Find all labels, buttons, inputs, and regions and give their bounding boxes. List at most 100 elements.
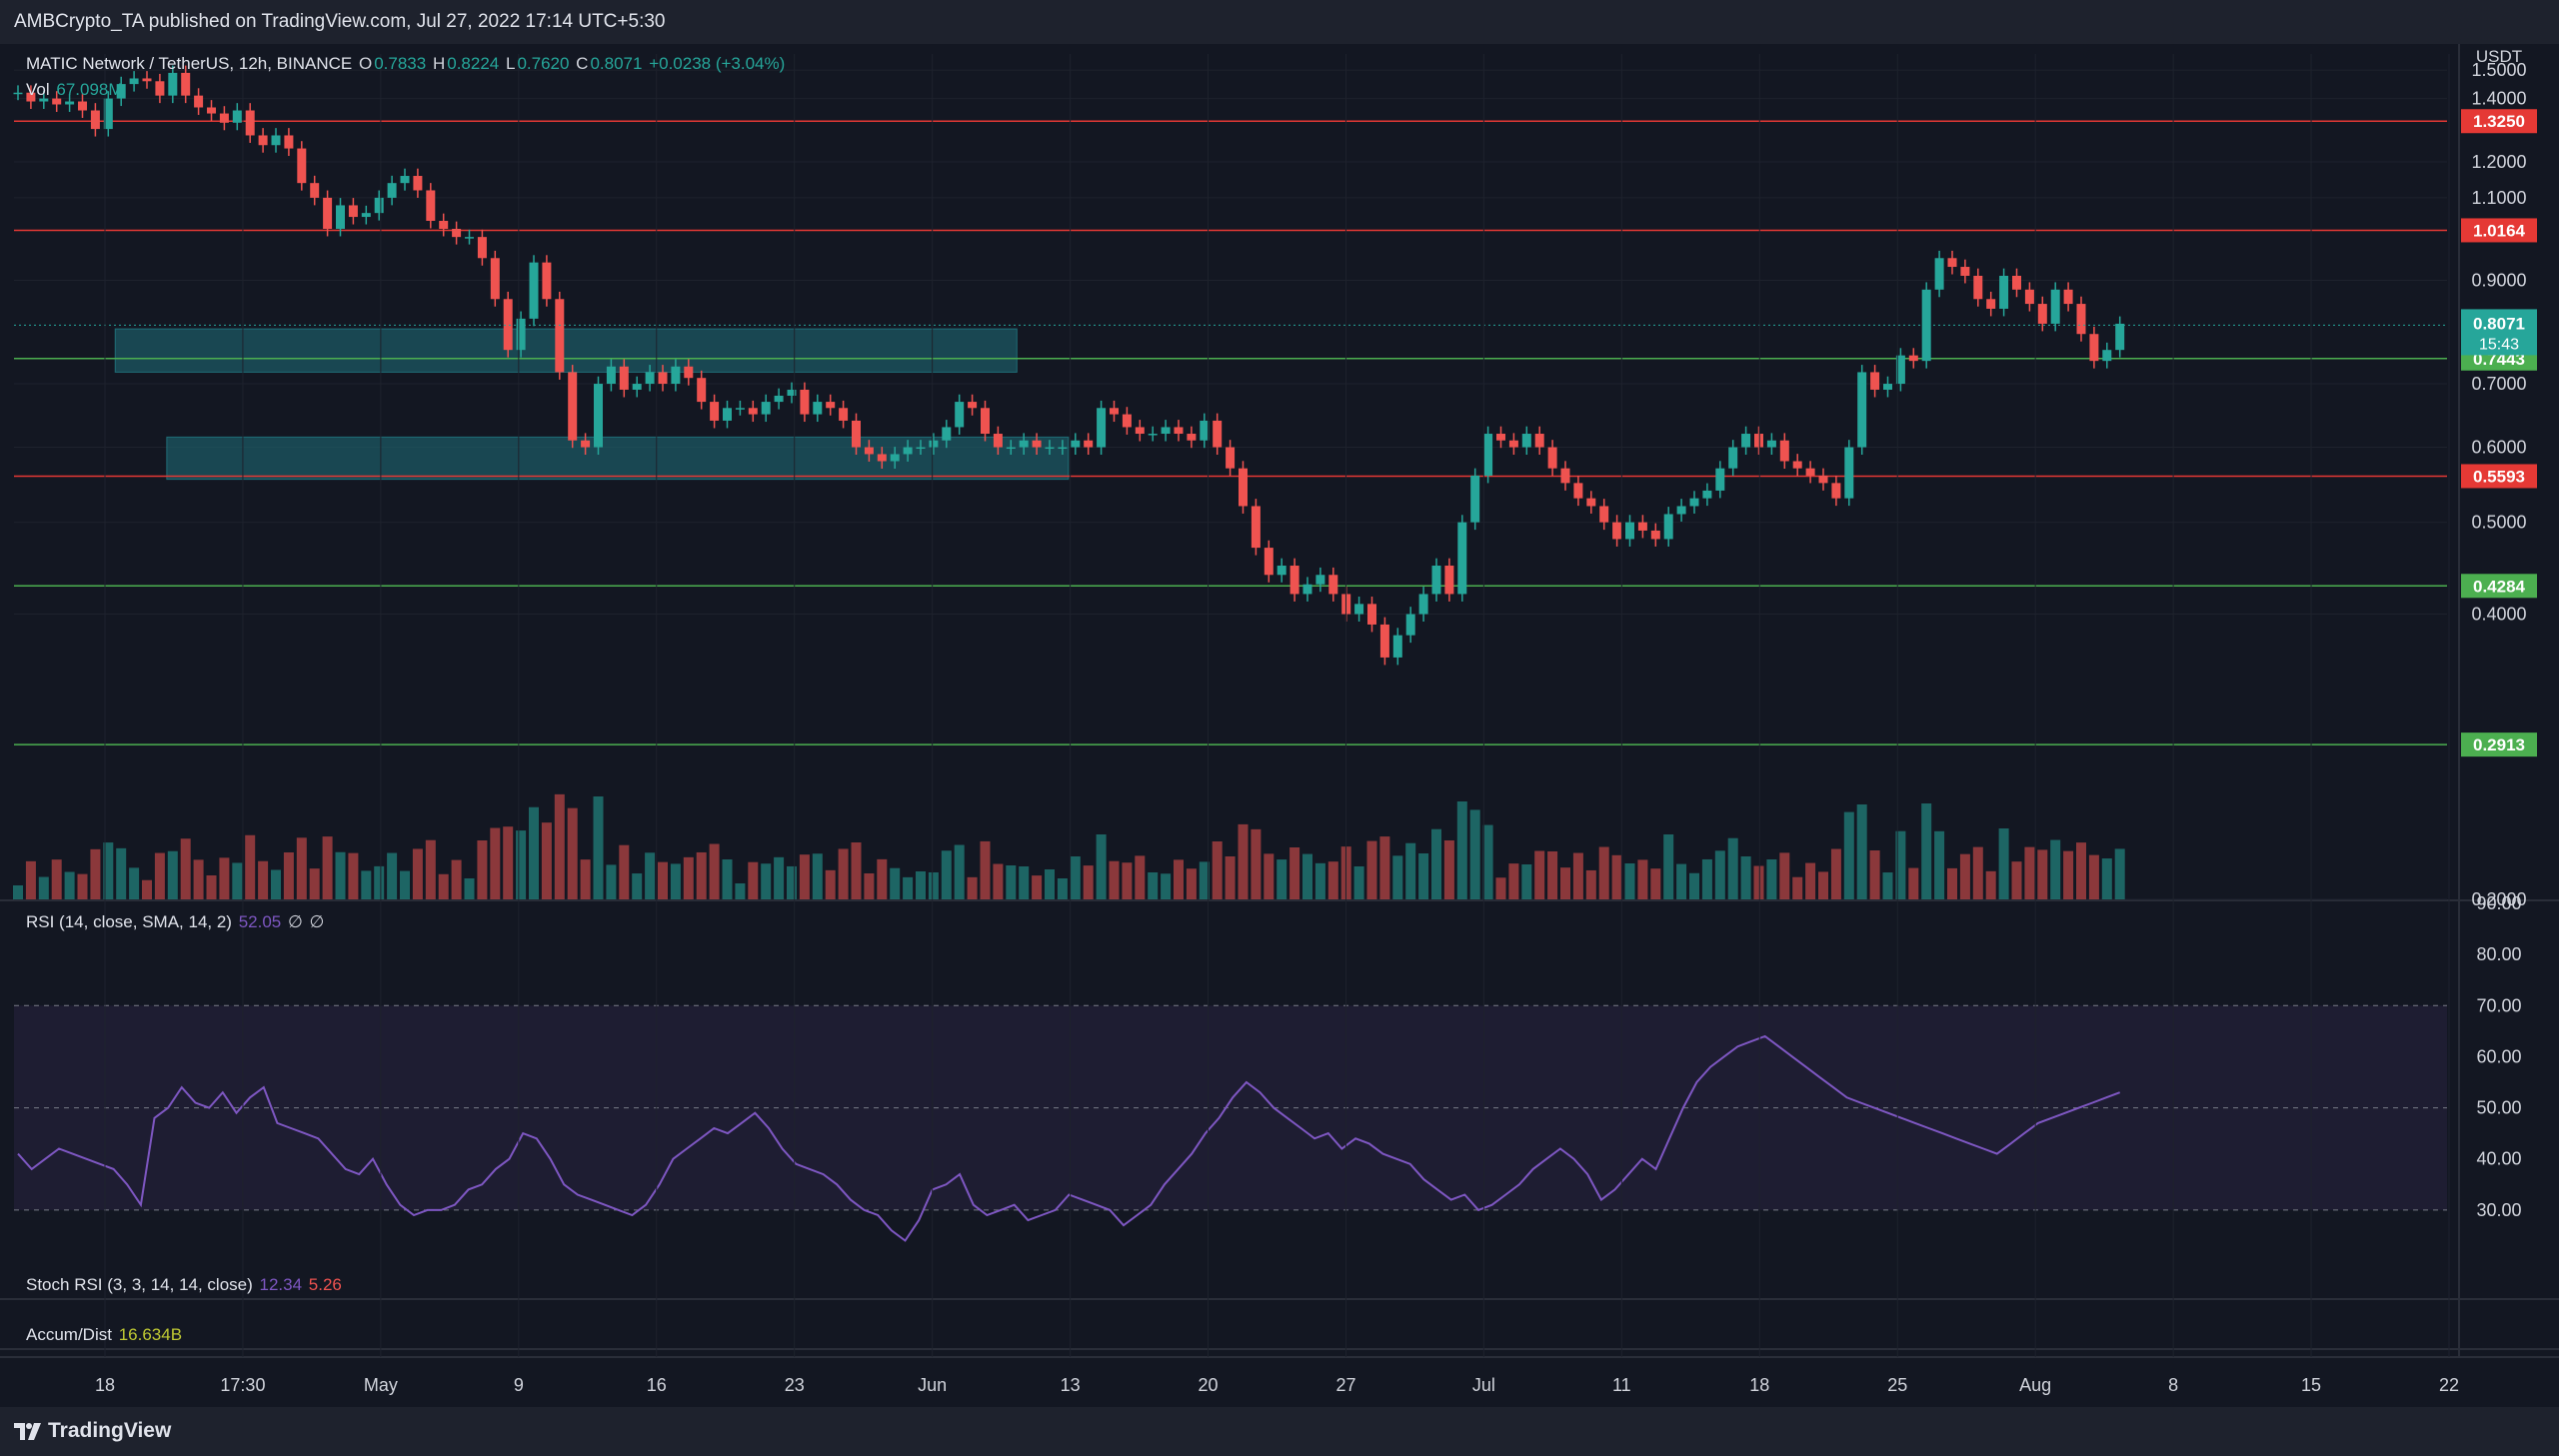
rsi-tick-label: 30.00 — [2476, 1200, 2521, 1220]
volume-bar — [1701, 858, 1712, 899]
volume-bar — [670, 863, 681, 899]
volume-bar — [1753, 865, 1764, 899]
candle-body — [2115, 323, 2125, 351]
close-value: 0.8071 — [590, 54, 643, 73]
time-tick-label: 18 — [95, 1375, 115, 1395]
volume-bar — [1766, 859, 1777, 899]
volume-bar — [877, 858, 888, 899]
candle-body — [426, 190, 436, 221]
price-tick-label: 0.9000 — [2471, 271, 2526, 291]
volume-bar — [387, 852, 398, 899]
volume-bar — [1830, 848, 1841, 899]
volume-bar — [296, 837, 307, 899]
volume-bar — [1572, 852, 1583, 899]
volume-bar — [1122, 862, 1133, 899]
candle-body — [1019, 440, 1029, 448]
time-tick-label: 16 — [647, 1375, 667, 1395]
candle-body — [826, 402, 836, 409]
time-tick-label: 13 — [1061, 1375, 1081, 1395]
candle-body — [1302, 584, 1312, 595]
volume-bar — [219, 857, 230, 899]
volume-bar — [64, 871, 75, 899]
price-tick-label: 0.5000 — [2471, 513, 2526, 533]
volume-bar — [1727, 837, 1738, 899]
candle-body — [1264, 548, 1274, 576]
time-tick-label: 15 — [2301, 1375, 2321, 1395]
candle-body — [155, 81, 165, 96]
candle-body — [1213, 420, 1223, 448]
volume-bar — [774, 856, 785, 899]
volume-bar — [619, 844, 630, 899]
candle-body — [181, 72, 191, 96]
candle-body — [271, 135, 281, 146]
volume-bar — [25, 860, 36, 899]
volume-bar — [116, 847, 127, 899]
volume-label[interactable]: Vol — [26, 80, 50, 99]
candle-body — [1947, 258, 1957, 268]
volume-bar — [1585, 869, 1596, 899]
volume-bar — [361, 870, 372, 899]
candle-body — [839, 408, 849, 421]
low-value: 0.7620 — [517, 54, 570, 73]
volume-bar — [1238, 823, 1249, 899]
volume-bar — [516, 830, 527, 899]
volume-bar — [1908, 867, 1919, 899]
volume-bar — [77, 873, 88, 899]
volume-bar — [2101, 858, 2112, 899]
volume-bar — [606, 864, 617, 899]
candle-body — [993, 434, 1003, 448]
volume-bar — [90, 848, 101, 899]
candle-body — [981, 408, 990, 435]
candle-body — [1612, 522, 1622, 540]
level-label: 0.2913 — [2473, 735, 2525, 754]
candle-body — [516, 318, 526, 351]
chart-canvas[interactable]: 1.50001.40001.20001.10000.90000.70000.60… — [0, 44, 2559, 1407]
last-price-label: 0.8071 — [2473, 314, 2525, 333]
candle-body — [542, 262, 552, 300]
volume-bar — [335, 851, 346, 899]
currency-label: USDT — [2476, 47, 2522, 66]
volume-bar — [283, 852, 294, 899]
candle-body — [168, 72, 178, 96]
candle-body — [207, 107, 216, 114]
volume-bar — [2063, 850, 2074, 899]
candle-body — [1844, 447, 1854, 499]
volume-bar — [1792, 876, 1803, 899]
candle-body — [1084, 440, 1094, 448]
candle-body — [1277, 566, 1286, 576]
volume-bar — [709, 843, 720, 899]
time-tick-label: 27 — [1335, 1375, 1355, 1395]
candle-body — [1006, 447, 1016, 450]
rsi-tick-label: 60.00 — [2476, 1046, 2521, 1066]
candle-body — [761, 402, 771, 415]
volume-bar — [2037, 849, 2048, 899]
symbol-name[interactable]: MATIC Network / TetherUS, 12h, BINANCE — [26, 54, 352, 73]
candle-body — [297, 148, 307, 184]
tradingview-logo-icon — [14, 1423, 41, 1440]
volume-bar — [258, 860, 269, 899]
volume-bar — [1148, 872, 1159, 899]
candle-body — [1870, 372, 1880, 390]
stoch-label[interactable]: Stoch RSI (3, 3, 14, 14, close) — [26, 1275, 253, 1294]
volume-bar — [13, 885, 23, 899]
candle-body — [258, 135, 268, 146]
candle-body — [1483, 434, 1493, 476]
volume-bar — [2050, 839, 2061, 899]
footer-brand: TradingView — [48, 1419, 172, 1442]
candle-body — [529, 262, 539, 319]
volume-bar — [941, 850, 952, 899]
candle-body — [2024, 289, 2034, 305]
rsi-label[interactable]: RSI (14, close, SMA, 14, 2) — [26, 912, 232, 931]
ad-label[interactable]: Accum/Dist — [26, 1325, 112, 1344]
candle-body — [594, 384, 603, 448]
candle-body — [336, 205, 345, 229]
candle-body — [2063, 289, 2073, 305]
volume-bar — [1624, 863, 1635, 899]
candle-body — [1200, 420, 1210, 441]
candle-body — [1779, 440, 1789, 462]
candle-body — [697, 378, 707, 403]
header-text: AMBCrypto_TA published on TradingView.co… — [14, 11, 666, 32]
candle-body — [400, 176, 410, 184]
candle-body — [1792, 461, 1802, 469]
price-tick-label: 0.6000 — [2471, 438, 2526, 458]
